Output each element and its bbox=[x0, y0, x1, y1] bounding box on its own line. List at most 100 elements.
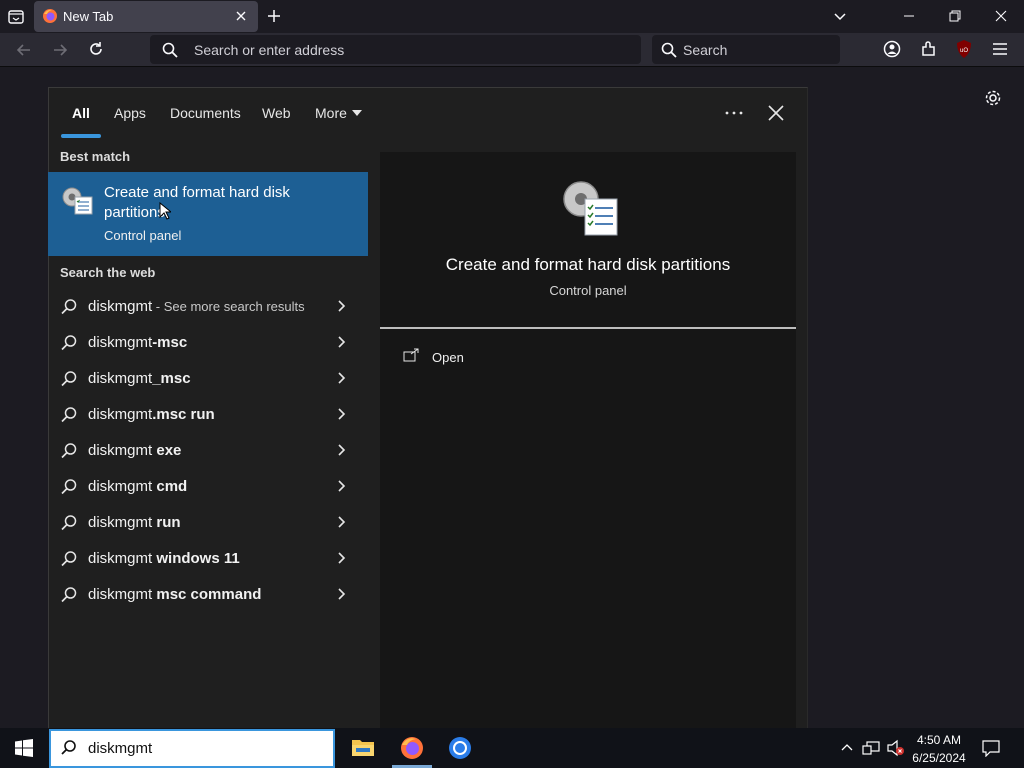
chevron-right-icon[interactable] bbox=[336, 407, 348, 421]
clock-time[interactable]: 4:50 AM bbox=[906, 733, 972, 747]
tab-strip: New Tab bbox=[0, 0, 1024, 33]
chevron-right-icon[interactable] bbox=[336, 515, 348, 529]
address-placeholder: Search or enter address bbox=[194, 42, 345, 58]
file-explorer-icon[interactable] bbox=[351, 737, 375, 757]
back-icon[interactable] bbox=[15, 41, 33, 59]
web-result-text: diskmgmt exe bbox=[88, 442, 181, 459]
web-result-suggestion: .msc run bbox=[152, 406, 215, 423]
preview-divider bbox=[380, 327, 796, 329]
tab-all[interactable]: All bbox=[72, 105, 90, 121]
list-all-tabs-icon[interactable] bbox=[6, 7, 26, 27]
gear-icon[interactable] bbox=[983, 88, 1003, 108]
tab-more[interactable]: More bbox=[315, 105, 347, 121]
chevron-right-icon[interactable] bbox=[336, 551, 348, 565]
search-icon bbox=[60, 406, 78, 424]
taskbar-search-icon bbox=[60, 739, 78, 757]
web-result-more: - See more search results bbox=[152, 299, 305, 314]
search-icon bbox=[60, 334, 78, 352]
web-result-text: diskmgmt run bbox=[88, 514, 181, 531]
chevron-right-icon[interactable] bbox=[336, 371, 348, 385]
notifications-icon[interactable] bbox=[982, 739, 1000, 757]
restore-icon[interactable] bbox=[948, 9, 962, 23]
web-result-text: diskmgmt msc command bbox=[88, 586, 261, 603]
clock-date[interactable]: 6/25/2024 bbox=[906, 751, 972, 765]
web-result-query: diskmgmt bbox=[88, 478, 153, 495]
ublock-origin-icon[interactable]: uO bbox=[955, 39, 973, 59]
control-panel-icon bbox=[60, 184, 94, 216]
search-icon bbox=[60, 586, 78, 604]
search-icon bbox=[60, 298, 78, 316]
web-result-text: diskmgmt windows 11 bbox=[88, 550, 240, 567]
web-result-item[interactable]: diskmgmt_msc bbox=[48, 361, 368, 397]
svg-text:uO: uO bbox=[960, 48, 968, 54]
close-panel-icon[interactable] bbox=[767, 104, 785, 122]
open-icon bbox=[403, 348, 419, 362]
web-result-query: diskmgmt bbox=[88, 406, 153, 423]
web-result-item[interactable]: diskmgmt exe bbox=[48, 433, 368, 469]
new-tab-icon[interactable] bbox=[266, 8, 282, 24]
chevron-right-icon[interactable] bbox=[336, 335, 348, 349]
best-match-heading: Best match bbox=[60, 149, 131, 164]
search-icon bbox=[60, 370, 78, 388]
chevron-right-icon[interactable] bbox=[336, 443, 348, 457]
search-bar[interactable] bbox=[652, 35, 840, 64]
firefox-taskbar-icon[interactable] bbox=[400, 736, 424, 760]
active-tab-indicator bbox=[61, 134, 101, 138]
web-result-item[interactable]: diskmgmt run bbox=[48, 505, 368, 541]
chrome-icon[interactable] bbox=[448, 736, 472, 760]
web-result-suggestion: _msc bbox=[152, 370, 191, 387]
search-icon bbox=[161, 41, 179, 59]
preview-subtitle: Control panel bbox=[549, 283, 627, 298]
web-result-query: diskmgmt bbox=[88, 442, 153, 459]
chevron-right-icon[interactable] bbox=[336, 479, 348, 493]
tab-title: New Tab bbox=[63, 9, 114, 24]
best-match-subtitle: Control panel bbox=[104, 228, 182, 243]
web-result-item[interactable]: diskmgmt windows 11 bbox=[48, 541, 368, 577]
tab-web[interactable]: Web bbox=[262, 105, 291, 121]
volume-muted-icon[interactable] bbox=[886, 739, 906, 757]
preview-title: Create and format hard disk partitions bbox=[445, 255, 731, 274]
show-hidden-icons-icon[interactable] bbox=[840, 741, 854, 755]
web-result-query: diskmgmt bbox=[88, 586, 153, 603]
more-options-icon[interactable] bbox=[724, 109, 744, 117]
web-result-query: diskmgmt bbox=[88, 514, 153, 531]
reload-icon[interactable] bbox=[87, 40, 105, 58]
chevron-right-icon[interactable] bbox=[336, 587, 348, 601]
web-result-text: diskmgmt - See more search results bbox=[88, 298, 305, 315]
web-result-query: diskmgmt bbox=[88, 550, 153, 567]
more-dropdown-icon[interactable] bbox=[352, 110, 362, 116]
search-icon bbox=[60, 550, 78, 568]
network-icon[interactable] bbox=[862, 740, 880, 756]
tab-apps[interactable]: Apps bbox=[114, 105, 146, 121]
open-action[interactable]: Open bbox=[432, 350, 464, 365]
web-result-suggestion: windows 11 bbox=[152, 550, 240, 567]
menu-icon[interactable] bbox=[991, 40, 1009, 58]
windows-start-icon[interactable] bbox=[15, 739, 33, 757]
preview-control-panel-icon bbox=[559, 175, 619, 237]
extensions-icon[interactable] bbox=[920, 40, 938, 58]
web-result-item[interactable]: diskmgmt-msc bbox=[48, 325, 368, 361]
account-icon[interactable] bbox=[883, 40, 901, 58]
chevron-down-icon[interactable] bbox=[832, 8, 848, 24]
minimize-icon[interactable] bbox=[902, 9, 916, 23]
web-result-item[interactable]: diskmgmt cmd bbox=[48, 469, 368, 505]
close-window-icon[interactable] bbox=[994, 9, 1008, 23]
web-result-item[interactable]: diskmgmt.msc run bbox=[48, 397, 368, 433]
web-result-suggestion: msc command bbox=[152, 586, 262, 603]
chevron-right-icon[interactable] bbox=[336, 299, 348, 313]
mouse-cursor-icon bbox=[159, 202, 171, 220]
web-result-text: diskmgmt-msc bbox=[88, 334, 187, 351]
search-icon bbox=[60, 514, 78, 532]
web-result-item[interactable]: diskmgmt msc command bbox=[48, 577, 368, 613]
web-result-text: diskmgmt cmd bbox=[88, 478, 187, 495]
taskbar-search-input[interactable]: diskmgmt bbox=[88, 740, 152, 757]
tab-documents[interactable]: Documents bbox=[170, 105, 241, 121]
preview-pane bbox=[380, 152, 796, 728]
forward-icon[interactable] bbox=[51, 41, 69, 59]
web-result-item[interactable]: diskmgmt - See more search results bbox=[48, 289, 368, 325]
web-result-query: diskmgmt bbox=[88, 334, 153, 351]
web-result-suggestion: exe bbox=[152, 442, 182, 459]
web-result-suggestion: run bbox=[152, 514, 181, 531]
close-tab-icon[interactable] bbox=[234, 9, 248, 23]
firefox-tab-icon bbox=[42, 8, 58, 24]
